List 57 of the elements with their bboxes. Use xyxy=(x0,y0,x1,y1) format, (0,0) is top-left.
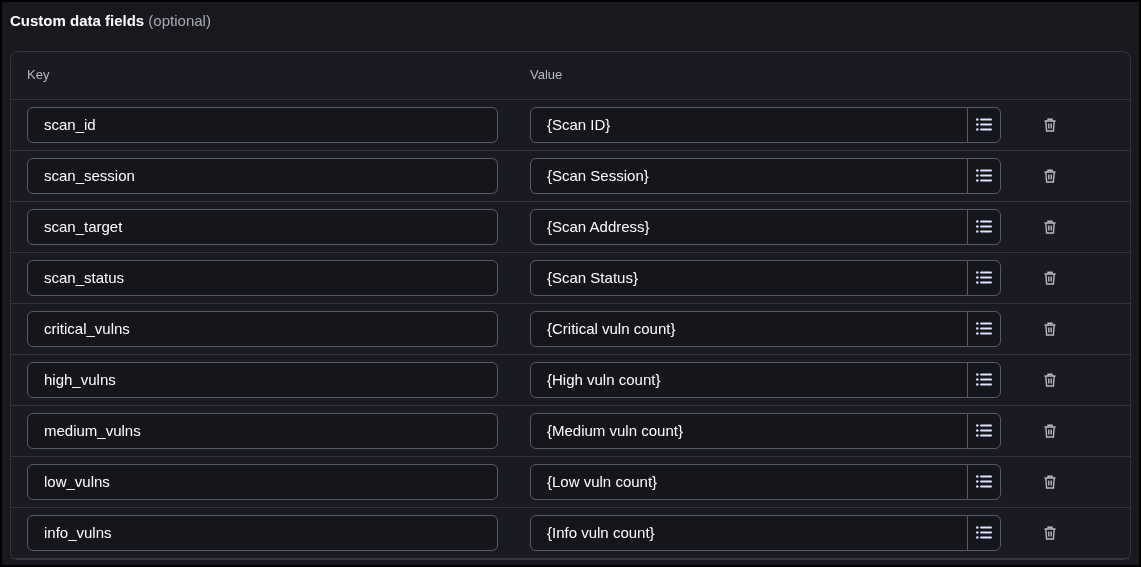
delete-button[interactable] xyxy=(1044,117,1056,132)
delete-button[interactable] xyxy=(1044,474,1056,489)
trash-icon xyxy=(1044,117,1056,132)
list-icon xyxy=(976,373,992,386)
value-field[interactable]: {Scan ID} xyxy=(530,106,968,143)
trash-icon xyxy=(1044,219,1056,234)
value-field[interactable]: {Info vuln count} xyxy=(530,514,968,551)
insert-variable-button[interactable] xyxy=(967,463,1001,500)
list-icon xyxy=(976,271,992,284)
key-field[interactable]: scan_target xyxy=(27,208,498,245)
value-field[interactable]: {Low vuln count} xyxy=(530,463,968,500)
list-icon xyxy=(976,118,992,131)
key-field[interactable]: scan_session xyxy=(27,157,498,194)
column-header: Value xyxy=(530,67,563,83)
trash-icon xyxy=(1044,372,1056,387)
list-icon xyxy=(976,424,992,437)
delete-button[interactable] xyxy=(1044,372,1056,387)
delete-button[interactable] xyxy=(1044,423,1056,438)
key-field[interactable]: info_vulns xyxy=(27,514,498,551)
insert-variable-button[interactable] xyxy=(967,412,1001,449)
list-icon xyxy=(976,526,992,539)
key-field[interactable]: scan_id xyxy=(27,106,498,143)
insert-variable-button[interactable] xyxy=(967,208,1001,245)
trash-icon xyxy=(1044,321,1056,336)
delete-button[interactable] xyxy=(1044,270,1056,285)
key-field[interactable]: high_vulns xyxy=(27,361,498,398)
value-field[interactable]: {Scan Address} xyxy=(530,208,968,245)
trash-icon xyxy=(1044,474,1056,489)
value-field[interactable]: {High vuln count} xyxy=(530,361,968,398)
section-title: Custom data fields (optional) xyxy=(10,11,212,31)
trash-icon xyxy=(1044,270,1056,285)
delete-button[interactable] xyxy=(1044,321,1056,336)
insert-variable-button[interactable] xyxy=(967,361,1001,398)
delete-button[interactable] xyxy=(1044,219,1056,234)
value-field[interactable]: {Critical vuln count} xyxy=(530,310,968,347)
value-field[interactable]: {Scan Session} xyxy=(530,157,968,194)
key-field[interactable]: medium_vulns xyxy=(27,412,498,449)
key-field[interactable]: critical_vulns xyxy=(27,310,498,347)
key-field[interactable]: low_vulns xyxy=(27,463,498,500)
trash-icon xyxy=(1044,168,1056,183)
insert-variable-button[interactable] xyxy=(967,157,1001,194)
column-header: Key xyxy=(27,67,50,83)
value-field[interactable]: {Scan Status} xyxy=(530,259,968,296)
insert-variable-button[interactable] xyxy=(967,106,1001,143)
insert-variable-button[interactable] xyxy=(967,310,1001,347)
key-field[interactable]: scan_status xyxy=(27,259,498,296)
list-icon xyxy=(976,475,992,488)
insert-variable-button[interactable] xyxy=(967,514,1001,551)
list-icon xyxy=(976,220,992,233)
delete-button[interactable] xyxy=(1044,525,1056,540)
delete-button[interactable] xyxy=(1044,168,1056,183)
trash-icon xyxy=(1044,525,1056,540)
list-icon xyxy=(976,322,992,335)
list-icon xyxy=(976,169,992,182)
value-field[interactable]: {Medium vuln count} xyxy=(530,412,968,449)
trash-icon xyxy=(1044,423,1056,438)
insert-variable-button[interactable] xyxy=(967,259,1001,296)
